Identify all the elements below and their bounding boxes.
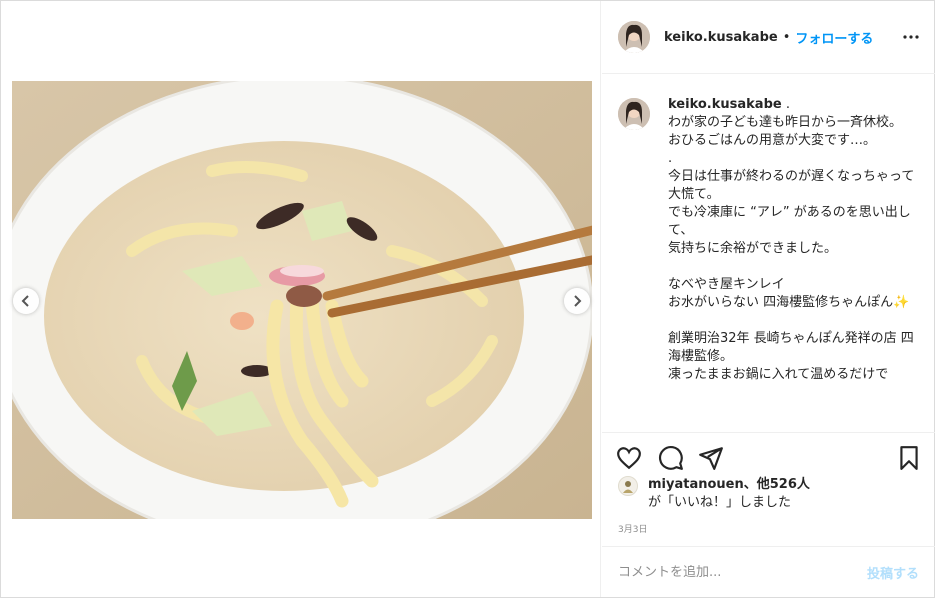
caption-line: おひるごはんの用意が大変です…。 <box>668 133 877 148</box>
more-options-button[interactable] <box>901 28 921 46</box>
author-avatar[interactable] <box>618 21 650 53</box>
liker-avatar[interactable] <box>618 476 638 496</box>
paper-plane-icon <box>699 447 723 470</box>
likes-summary: miyatanouen、他526人 が「いいね！」しました <box>618 476 810 512</box>
post-comment-button[interactable]: 投稿する <box>867 563 919 582</box>
separator-dot: • <box>782 29 791 45</box>
comment-button[interactable] <box>658 445 684 471</box>
comment-input[interactable] <box>618 565 867 580</box>
caption-line <box>668 258 918 276</box>
caption-line <box>668 312 918 330</box>
liker-username[interactable]: miyatanouen <box>648 477 744 492</box>
author-username[interactable]: keiko.kusakabe <box>664 30 778 45</box>
likes-suffix: が「いいね！」しました <box>648 495 792 510</box>
heart-icon <box>617 447 641 470</box>
caption-line: わが家の子ども達も昨日から一斉休校。 <box>668 115 903 130</box>
noodle-bowl-image <box>12 81 592 519</box>
post-media <box>1 1 601 597</box>
like-button[interactable] <box>616 445 642 471</box>
caption-comment: keiko.kusakabe . わが家の子ども達も昨日から一斉休校。 おひるご… <box>618 96 919 384</box>
comment-bar: 投稿する <box>602 546 935 598</box>
chevron-left-icon <box>21 295 29 307</box>
caption-line: でも冷凍庫に “アレ” があるのを思い出して、 <box>668 205 911 238</box>
post-side-panel: keiko.kusakabe • フォローする keiko.kusakabe .… <box>602 1 935 597</box>
caption-line: お水がいらない 四海樓監修ちゃんぽん✨ <box>668 295 910 310</box>
caption-line: 創業明治32年 長崎ちゃんぽん発祥の店 四海樓監修。 <box>668 331 914 364</box>
likes-text: miyatanouen、他526人 が「いいね！」しました <box>648 476 810 512</box>
more-horizontal-icon <box>903 35 919 39</box>
post-container: keiko.kusakabe • フォローする keiko.kusakabe .… <box>0 0 935 598</box>
caption-line: . <box>785 97 790 112</box>
bookmark-icon <box>900 446 918 470</box>
caption-username[interactable]: keiko.kusakabe <box>668 97 782 112</box>
carousel-prev-button[interactable] <box>13 288 39 314</box>
caption-line: 凍ったままお鍋に入れて温めるだけで <box>668 367 889 382</box>
caption-text: keiko.kusakabe . わが家の子ども達も昨日から一斉休校。 おひるご… <box>668 96 918 384</box>
chevron-right-icon <box>574 295 582 307</box>
caption-line: なべやき屋キンレイ <box>668 277 785 292</box>
caption-avatar[interactable] <box>618 98 650 130</box>
post-header: keiko.kusakabe • フォローする <box>602 1 935 74</box>
caption-line: . <box>668 151 673 166</box>
likes-others-count[interactable]: 、他526人 <box>744 477 810 492</box>
caption-line: 気持ちに余裕ができました。 <box>668 241 838 256</box>
comment-icon <box>659 446 683 470</box>
action-bar <box>602 432 935 480</box>
carousel-next-button[interactable] <box>564 288 590 314</box>
post-photo[interactable] <box>12 81 592 519</box>
caption-area: keiko.kusakabe . わが家の子ども達も昨日から一斉休校。 おひるご… <box>602 74 935 432</box>
follow-button[interactable]: フォローする <box>795 28 873 47</box>
save-button[interactable] <box>896 445 922 471</box>
post-date[interactable]: 3月3日 <box>618 522 647 535</box>
caption-line: 今日は仕事が終わるのが遅くなっちゃって大慌て。 <box>668 169 915 202</box>
share-button[interactable] <box>698 445 724 471</box>
